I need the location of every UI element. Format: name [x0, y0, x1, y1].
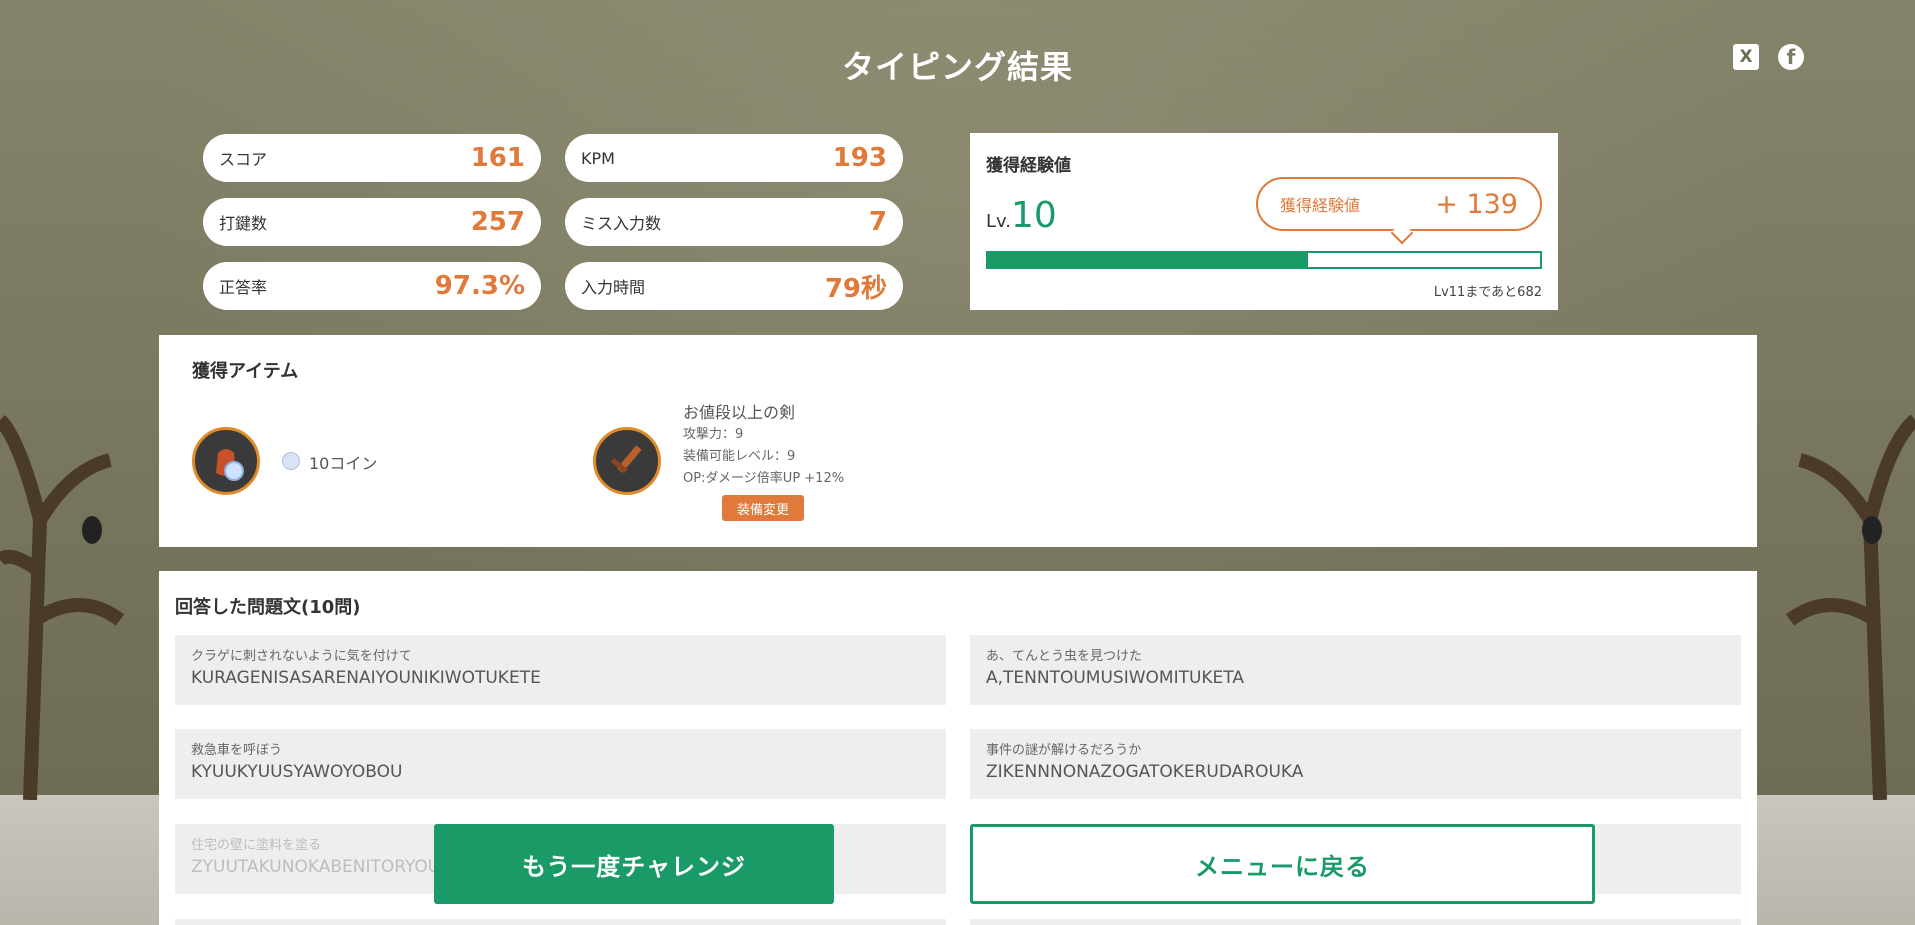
answer-romaji: ZIKENNNONAZOGATOKERUDAROUKA — [986, 762, 1304, 782]
stat-input-time: 入力時間 79秒 — [565, 262, 903, 310]
retry-button[interactable]: もう一度チャレンジ — [434, 824, 834, 904]
answer-japanese: 事件の謎が解けるだろうか — [986, 743, 1142, 758]
answer-item: 救急車を呼ぼう KYUUKYUUSYAWOYOBOU — [175, 729, 946, 799]
stat-accuracy: 正答率 97.3% — [203, 262, 541, 310]
tree-right-decoration — [1785, 414, 1915, 800]
stat-label: KPM — [581, 148, 615, 168]
answer-romaji: KURAGENISASARENAIYOUNIKIWOTUKETE — [191, 668, 541, 688]
xp-gained-bubble: 獲得経験値 + 139 — [1256, 177, 1542, 245]
coin-label: 10コイン — [309, 454, 378, 473]
stat-kpm: KPM 193 — [565, 134, 903, 182]
crow-icon — [1862, 516, 1882, 544]
stat-value: 257 — [470, 207, 525, 237]
crow-icon — [82, 516, 102, 544]
stat-keystrokes: 打鍵数 257 — [203, 198, 541, 246]
items-panel: 獲得アイテム 10コイン お値段以上の剣 攻撃力：9 装備可能レベル：9 OP:… — [159, 335, 1757, 547]
answer-item — [970, 919, 1741, 925]
stat-label: スコア — [219, 150, 268, 169]
weapon-equip-level: 装備可能レベル：9 — [683, 449, 796, 464]
sword-icon — [593, 427, 661, 495]
xp-gained-value: + 139 — [1435, 188, 1518, 220]
stat-label: ミス入力数 — [581, 214, 662, 233]
stat-value: 79秒 — [824, 273, 887, 304]
stat-score: スコア 161 — [203, 134, 541, 182]
coin-bag-icon — [192, 427, 260, 495]
answer-japanese: あ、てんとう虫を見つけた — [986, 649, 1143, 664]
stat-value: 161 — [470, 143, 525, 173]
answer-item: あ、てんとう虫を見つけた A,TENNTOUMUSIWOMITUKETA — [970, 635, 1741, 705]
weapon-option: OP:ダメージ倍率UP +12% — [683, 471, 845, 486]
stat-value: 97.3% — [434, 271, 525, 301]
stat-misses: ミス入力数 7 — [565, 198, 903, 246]
xp-gained-label: 獲得経験値 — [1280, 196, 1361, 215]
stat-label: 入力時間 — [581, 278, 646, 297]
answer-romaji: KYUUKYUUSYAWOYOBOU — [191, 762, 403, 782]
level-display: Lv.10 — [986, 195, 1057, 236]
xp-progress-bar — [986, 251, 1542, 269]
x-share-icon[interactable]: X — [1733, 44, 1759, 70]
stat-value: 193 — [832, 143, 887, 173]
tree-left-decoration — [0, 415, 125, 800]
experience-title: 獲得経験値 — [986, 156, 1071, 176]
weapon-attack: 攻撃力：9 — [683, 427, 744, 442]
answer-item: 事件の謎が解けるだろうか ZIKENNNONAZOGATOKERUDAROUKA — [970, 729, 1741, 799]
xp-next-level: Lv11まであと682 — [1433, 285, 1542, 300]
coin-icon — [282, 452, 300, 470]
level-prefix: Lv. — [986, 211, 1012, 232]
answer-romaji: A,TENNTOUMUSIWOMITUKETA — [986, 668, 1244, 688]
weapon-name: お値段以上の剣 — [683, 403, 796, 422]
answers-title: 回答した問題文(10問) — [175, 597, 361, 618]
experience-panel: 獲得経験値 Lv.10 獲得経験値 + 139 Lv11まであと682 — [970, 133, 1558, 310]
equip-change-button[interactable]: 装備変更 — [722, 495, 804, 521]
xp-progress-fill — [988, 253, 1309, 267]
back-to-menu-button[interactable]: メニューに戻る — [970, 824, 1595, 904]
answer-item — [175, 919, 946, 925]
answer-japanese: クラゲに刺されないように気を付けて — [191, 649, 412, 664]
bubble-tail — [1390, 221, 1414, 245]
items-title: 獲得アイテム — [192, 361, 299, 382]
stat-value: 7 — [868, 207, 887, 237]
stat-label: 正答率 — [219, 278, 268, 297]
stat-label: 打鍵数 — [219, 214, 268, 233]
page-title: タイピング結果 — [841, 48, 1073, 86]
facebook-share-icon[interactable]: f — [1778, 44, 1804, 70]
answer-item: クラゲに刺されないように気を付けて KURAGENISASARENAIYOUNI… — [175, 635, 946, 705]
answer-japanese: 救急車を呼ぼう — [191, 743, 283, 758]
level-number: 10 — [1011, 195, 1057, 236]
